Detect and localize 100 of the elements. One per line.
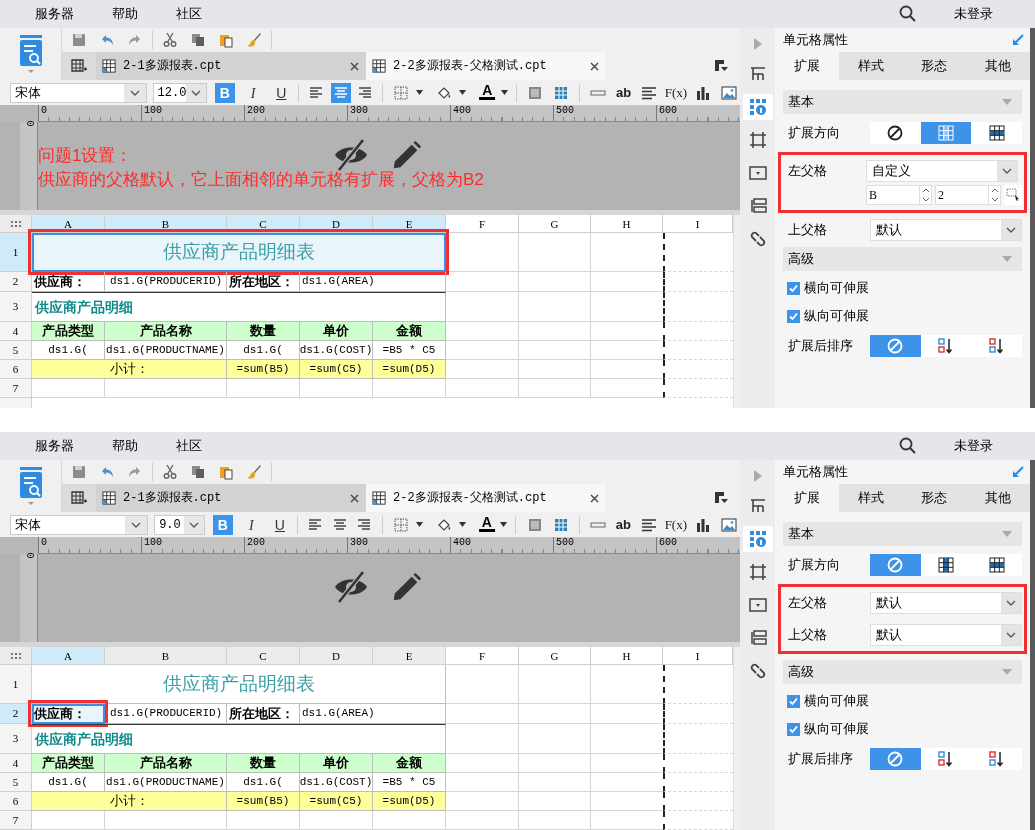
row-header[interactable]: 6 <box>0 360 32 379</box>
empty-cell[interactable] <box>446 811 519 830</box>
empty-cell[interactable] <box>446 773 519 792</box>
no-sort-icon[interactable] <box>870 335 921 357</box>
row-header[interactable]: 1 <box>0 665 32 704</box>
column-header[interactable]: I <box>663 647 733 665</box>
row-header[interactable]: 3 <box>0 292 32 322</box>
checkbox[interactable] <box>787 309 800 323</box>
menu-item[interactable]: 服务器 <box>32 436 77 456</box>
cell-properties-icon[interactable] <box>742 94 773 120</box>
table-cell[interactable]: =sum(C5) <box>300 792 373 811</box>
empty-cell[interactable] <box>446 379 519 398</box>
row-header[interactable]: 4 <box>0 322 32 341</box>
caret-icon[interactable] <box>1002 99 1012 105</box>
text-style-button[interactable]: I <box>242 82 264 103</box>
empty-cell[interactable] <box>519 724 591 754</box>
table-cell[interactable]: =sum(D5) <box>373 360 446 379</box>
dropdown-field[interactable]: 默认 <box>870 219 1022 241</box>
table-cell[interactable]: 金额 <box>373 322 446 341</box>
column-header[interactable]: F <box>446 215 519 233</box>
column-header[interactable]: E <box>373 647 446 665</box>
column-header[interactable]: B <box>105 647 227 665</box>
empty-cell[interactable] <box>519 811 591 830</box>
empty-cell[interactable] <box>373 811 446 830</box>
empty-cell[interactable] <box>227 379 300 398</box>
section-header[interactable]: 高级 <box>788 249 814 269</box>
empty-cell[interactable] <box>446 341 519 360</box>
empty-cell[interactable] <box>519 292 591 322</box>
column-header[interactable]: H <box>591 215 663 233</box>
panel-tab[interactable]: 扩展 <box>775 484 839 512</box>
spinner-field[interactable]: 2 <box>935 185 1001 205</box>
empty-cell[interactable] <box>519 272 591 292</box>
table-cell[interactable]: 供应商产品明细 <box>32 292 446 322</box>
dropdown-field[interactable]: 默认 <box>870 592 1022 614</box>
table-cell[interactable]: 产品类型 <box>32 322 105 341</box>
panel-tab[interactable]: 形态 <box>902 52 967 80</box>
caret-icon[interactable] <box>1002 256 1012 262</box>
checkbox[interactable] <box>787 694 800 708</box>
menu-item[interactable]: 社区 <box>173 436 205 456</box>
empty-cell[interactable] <box>446 292 519 322</box>
formula-button[interactable]: F(x) <box>663 514 689 535</box>
cell-picker-icon[interactable] <box>1004 185 1022 205</box>
column-header[interactable]: I <box>663 215 733 233</box>
font-size-select[interactable]: 12.0 <box>152 82 207 103</box>
panel-tab[interactable]: 其他 <box>966 484 1030 512</box>
empty-cell[interactable] <box>519 233 591 272</box>
file-tab[interactable]: 2-1多源报表.cpt <box>96 484 366 512</box>
spinner-field[interactable]: B <box>866 185 932 205</box>
table-cell[interactable]: ds1.G(PRODUCERID) <box>105 272 227 292</box>
table-cell[interactable]: 所在地区： <box>227 704 300 724</box>
row-header[interactable]: 5 <box>0 773 32 792</box>
font-size-select[interactable]: 9.0 <box>154 514 205 535</box>
column-header[interactable]: G <box>519 647 591 665</box>
empty-cell[interactable] <box>519 360 591 379</box>
section-header[interactable]: 基本 <box>788 524 814 544</box>
column-header[interactable]: H <box>591 647 663 665</box>
empty-cell[interactable] <box>519 322 591 341</box>
login-link[interactable]: 未登录 <box>954 4 993 24</box>
empty-cell[interactable] <box>519 773 591 792</box>
font-color-button[interactable]: A <box>478 82 497 103</box>
table-cell[interactable]: 数量 <box>227 754 300 773</box>
table-cell[interactable]: =sum(D5) <box>373 792 446 811</box>
formula-button[interactable]: F(x) <box>663 82 689 103</box>
panel-tab[interactable]: 扩展 <box>775 52 839 80</box>
empty-cell[interactable] <box>519 792 591 811</box>
empty-cell[interactable] <box>105 811 227 830</box>
menu-item[interactable]: 帮助 <box>109 436 141 456</box>
column-header[interactable]: F <box>446 647 519 665</box>
empty-cell[interactable] <box>519 665 591 704</box>
empty-cell[interactable] <box>446 724 519 754</box>
row-header[interactable]: 6 <box>0 792 32 811</box>
panel-tab[interactable]: 其他 <box>966 52 1030 80</box>
column-header[interactable]: A <box>32 647 105 665</box>
empty-cell[interactable] <box>300 811 373 830</box>
table-cell[interactable]: =sum(B5) <box>227 792 300 811</box>
file-tab[interactable]: 2-2多源报表-父格测试.cpt <box>366 484 606 512</box>
table-cell[interactable]: 所在地区： <box>227 272 300 292</box>
text-style-button[interactable]: U <box>271 82 292 103</box>
empty-cell[interactable] <box>519 754 591 773</box>
column-header[interactable]: G <box>519 215 591 233</box>
font-select[interactable]: 宋体 <box>10 514 149 535</box>
table-cell[interactable]: =sum(B5) <box>227 360 300 379</box>
text-tool-button[interactable]: ab <box>613 82 634 103</box>
font-color-button[interactable]: A <box>477 514 497 535</box>
caret-icon[interactable] <box>1002 669 1012 675</box>
text-style-button[interactable]: I <box>241 514 262 535</box>
font-select[interactable]: 宋体 <box>10 82 147 103</box>
table-cell[interactable]: ds1.G(AREA) <box>300 704 446 724</box>
section-header[interactable]: 基本 <box>788 92 814 112</box>
empty-cell[interactable] <box>227 811 300 830</box>
menu-item[interactable]: 服务器 <box>32 4 77 24</box>
table-cell[interactable]: 供应商： <box>32 272 105 292</box>
column-header[interactable]: C <box>227 647 300 665</box>
table-cell[interactable]: =sum(C5) <box>300 360 373 379</box>
dropdown-field[interactable]: 默认 <box>870 624 1022 646</box>
empty-cell[interactable] <box>519 379 591 398</box>
row-header[interactable]: 2 <box>0 272 32 292</box>
menu-item[interactable]: 帮助 <box>109 4 141 24</box>
table-cell[interactable]: ds1.G(AREA) <box>300 272 446 292</box>
empty-cell[interactable] <box>105 379 227 398</box>
